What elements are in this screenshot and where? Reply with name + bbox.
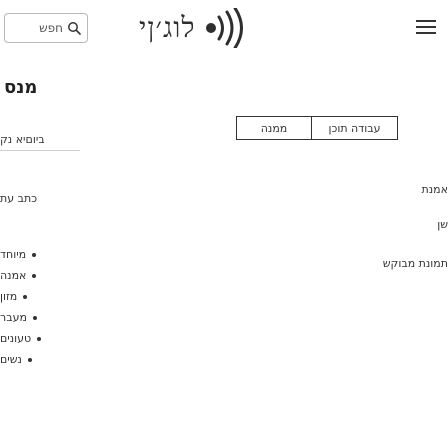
bullet-icon xyxy=(32,273,37,278)
menu-line xyxy=(416,32,436,34)
tab-bar: ממנה עבודה תוכן xyxy=(236,116,398,142)
bullet-icon xyxy=(37,336,42,341)
menu-line xyxy=(416,20,436,22)
list-item[interactable]: נשים xyxy=(0,349,80,370)
site-logo[interactable]: לוג׳ןי xyxy=(139,2,261,54)
main-text-2: שן xyxy=(437,218,448,231)
bullet-icon xyxy=(32,315,37,320)
logo-text: לוג׳ןי xyxy=(139,11,196,44)
list-item[interactable]: מיוחד xyxy=(0,244,80,265)
divider xyxy=(0,150,80,151)
category-list: מיוחד אמנה מזון מעבר טעונים נשים xyxy=(0,244,80,370)
hamburger-icon[interactable] xyxy=(416,20,436,36)
main-text-3[interactable]: תמונת מבוקש xyxy=(383,257,448,270)
sub-link[interactable]: ביוםיא נק xyxy=(0,133,80,149)
list-item[interactable]: מעבר xyxy=(0,307,80,328)
bullet-icon xyxy=(27,357,32,362)
sound-waves-icon xyxy=(206,8,244,48)
header: חפש לוג׳ןי xyxy=(0,0,448,64)
search-box[interactable]: חפש xyxy=(4,13,88,43)
list-item[interactable]: אמנה xyxy=(0,265,80,286)
category-heading: כתב עת xyxy=(0,192,38,205)
section-title: מנס xyxy=(4,77,38,98)
bullet-icon xyxy=(23,294,28,299)
tab-left[interactable]: ממנה xyxy=(236,116,312,140)
list-item[interactable]: טעונים xyxy=(0,328,80,349)
list-item[interactable]: מזון xyxy=(0,286,80,307)
search-label: חפש xyxy=(39,21,63,35)
search-icon xyxy=(68,22,81,35)
main-text-1: אמנת xyxy=(421,183,448,196)
tab-right[interactable]: עבודה תוכן xyxy=(312,116,398,140)
menu-line xyxy=(416,26,436,28)
bullet-icon xyxy=(32,252,37,257)
